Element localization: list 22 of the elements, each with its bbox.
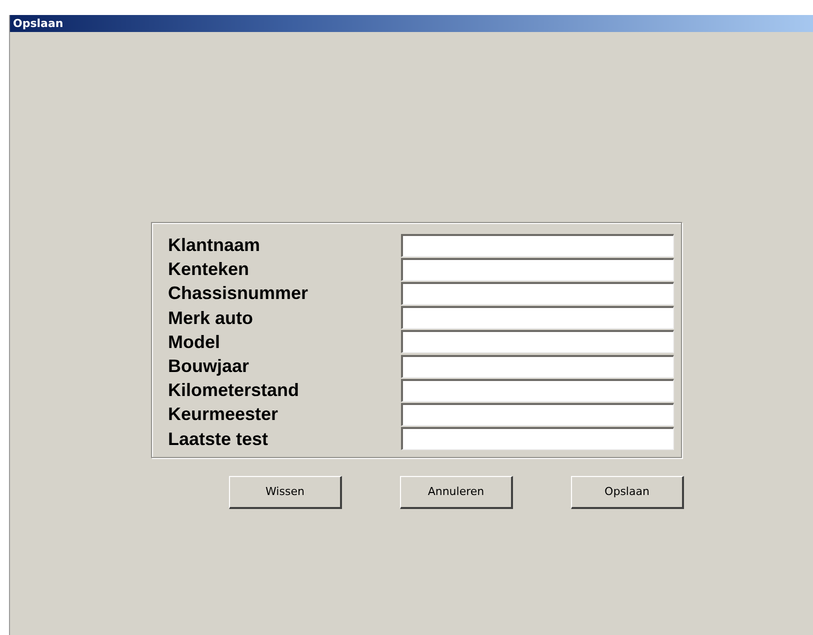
dialog-button[interactable]: Wissen xyxy=(229,476,342,509)
input-field[interactable] xyxy=(400,354,674,378)
input-field[interactable] xyxy=(400,427,674,450)
input-field[interactable] xyxy=(400,378,674,402)
field-label: Merk auto xyxy=(168,308,254,327)
input-field[interactable] xyxy=(400,330,674,354)
input-field[interactable] xyxy=(400,402,674,426)
input-field[interactable] xyxy=(400,282,674,305)
dialog-button[interactable]: Annuleren xyxy=(400,476,513,509)
input-field[interactable] xyxy=(400,234,674,257)
field-label: Bouwjaar xyxy=(168,357,250,376)
window-title: Opslaan xyxy=(10,15,813,32)
field-label: Klantnaam xyxy=(168,236,262,254)
field-label: Kenteken xyxy=(168,260,250,278)
dialog-button[interactable]: Opslaan xyxy=(571,476,684,509)
field-label: Kilometerstand xyxy=(168,381,300,400)
field-label: Model xyxy=(168,332,221,351)
field-label: Chassisnummer xyxy=(168,284,310,302)
field-label: Laatste test xyxy=(168,430,270,448)
field-label: Keurmeester xyxy=(168,405,280,424)
input-field[interactable] xyxy=(400,258,674,281)
input-field[interactable] xyxy=(400,306,674,330)
